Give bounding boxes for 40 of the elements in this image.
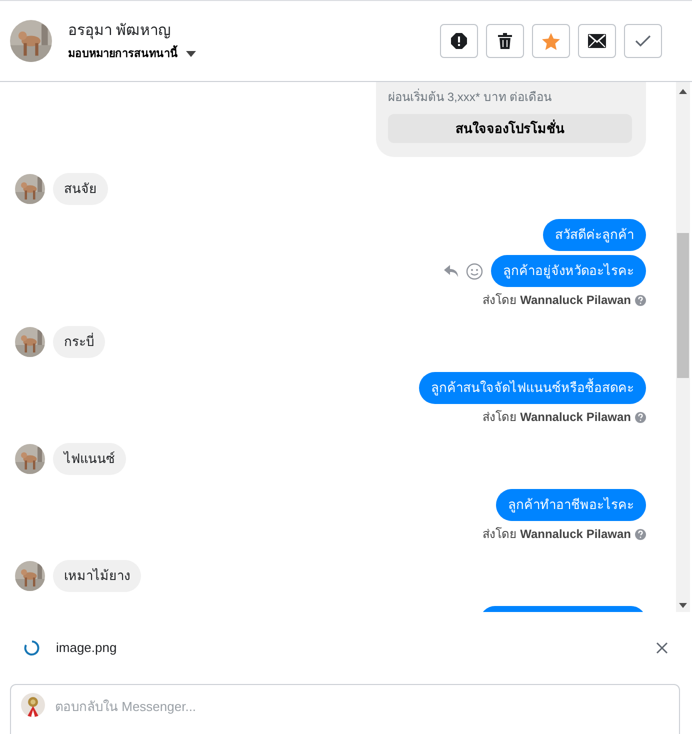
- sent-by-text: ส่งโดย Wannaluck Pilawan: [482, 293, 631, 308]
- message-bubble: สวัสดีค่ะลูกค้า: [543, 219, 646, 251]
- message-bubble: เหมาไม้ยาง: [53, 560, 141, 592]
- message-bubble: ลูกค้าอยู่จังหวัดอะไรคะ: [491, 255, 646, 287]
- warning-icon: [451, 33, 467, 49]
- envelope-icon: [588, 34, 606, 48]
- message-bubble: ลูกค้าทำอาชีพอะไรคะ: [496, 489, 646, 521]
- trash-icon: [498, 33, 512, 49]
- sent-by-text: ส่งโดย Wannaluck Pilawan: [482, 410, 631, 425]
- scrollbar[interactable]: [676, 82, 690, 612]
- file-name: image.png: [56, 639, 117, 658]
- star-button[interactable]: [532, 24, 570, 58]
- message-bubble: ลูกค้าสนใจจัดไฟแนนซ์หรือซื้อสดคะ: [419, 372, 646, 404]
- caret-icon: [186, 51, 196, 58]
- spinner-icon: [24, 640, 40, 656]
- reply-field[interactable]: ตอบกลับใน Messenger...: [10, 684, 680, 734]
- message-bubble: ไฟแนนซ์: [53, 443, 126, 475]
- unread-button[interactable]: [578, 24, 616, 58]
- sent-by-text: ส่งโดย Wannaluck Pilawan: [482, 527, 631, 542]
- help-icon[interactable]: [635, 295, 646, 306]
- scroll-down-icon[interactable]: [679, 603, 687, 608]
- contact-name: อรอุมา พัฒหาญ: [68, 20, 172, 42]
- scrollbar-thumb[interactable]: [677, 233, 689, 378]
- help-icon[interactable]: [635, 412, 646, 423]
- assign-dropdown[interactable]: มอบหมายการสนทนานี้: [68, 46, 196, 62]
- promo-subtitle: ผ่อนเริ่มต้น 3,xxx* บาท ต่อเดือน: [388, 88, 553, 106]
- message-bubble: กระบี่: [53, 326, 105, 358]
- scroll-up-icon[interactable]: [679, 89, 687, 94]
- promo-button[interactable]: สนใจจองโปรโมชั่น: [388, 114, 632, 143]
- close-button[interactable]: [656, 642, 668, 654]
- reply-icon[interactable]: [444, 265, 458, 277]
- reply-input[interactable]: ตอบกลับใน Messenger...: [53, 696, 669, 718]
- emoji-icon[interactable]: [466, 262, 483, 280]
- done-button[interactable]: [624, 24, 662, 58]
- delete-button[interactable]: [486, 24, 524, 58]
- help-icon[interactable]: [635, 529, 646, 540]
- spam-button[interactable]: [440, 24, 478, 58]
- check-icon: [635, 35, 651, 47]
- star-icon: [542, 32, 560, 50]
- message-bubble: สนจัย: [53, 173, 108, 205]
